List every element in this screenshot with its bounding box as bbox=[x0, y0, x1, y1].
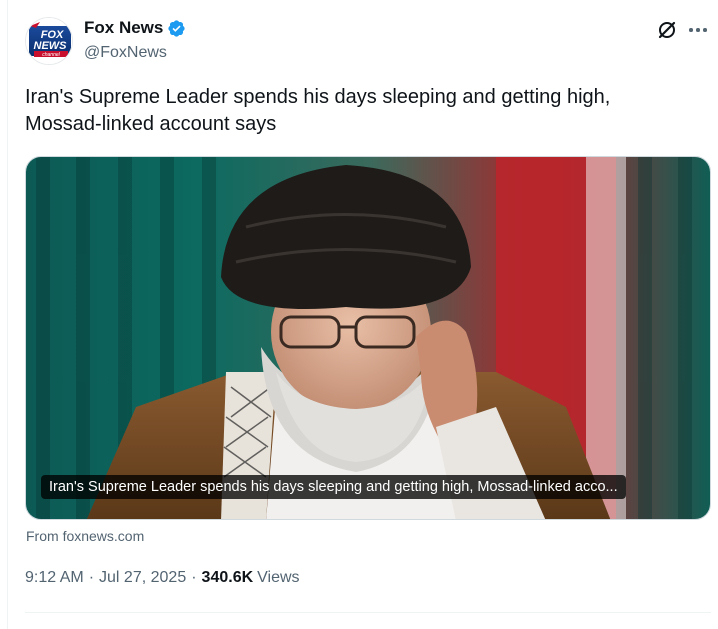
views-count: 340.6K bbox=[201, 569, 254, 586]
more-dot bbox=[696, 28, 700, 32]
logo-news-text: NEWS bbox=[34, 40, 68, 52]
avatar[interactable]: FOX NEWS channel bbox=[25, 17, 73, 65]
tweet-text: Iran's Supreme Leader spends his days sl… bbox=[25, 86, 611, 135]
meta-separator: · bbox=[191, 569, 197, 586]
tweet-meta: 9:12 AM · Jul 27, 2025 · 340.6K Views bbox=[25, 569, 300, 587]
handle[interactable]: @FoxNews bbox=[84, 44, 167, 62]
tweet-time[interactable]: 9:12 AM bbox=[25, 569, 84, 587]
more-dot bbox=[689, 28, 693, 32]
card-image bbox=[26, 157, 710, 519]
card-source-prefix: From bbox=[26, 528, 59, 544]
more-dot bbox=[703, 28, 707, 32]
views-label: Views bbox=[257, 569, 300, 586]
card-caption: Iran's Supreme Leader spends his days sl… bbox=[41, 475, 626, 499]
link-card[interactable]: Iran's Supreme Leader spends his days sl… bbox=[25, 156, 711, 520]
grok-slash-icon[interactable] bbox=[656, 19, 678, 41]
tweet-date[interactable]: Jul 27, 2025 bbox=[99, 569, 186, 587]
fox-news-logo: FOX NEWS channel bbox=[26, 18, 72, 64]
tweet: FOX NEWS channel Fox News @FoxNews Iran'… bbox=[0, 0, 718, 629]
display-name-row[interactable]: Fox News bbox=[84, 18, 186, 38]
verified-badge-icon bbox=[168, 19, 185, 37]
card-source-domain[interactable]: foxnews.com bbox=[63, 528, 145, 544]
meta-separator: · bbox=[88, 569, 95, 586]
display-name[interactable]: Fox News bbox=[84, 18, 163, 38]
card-photo bbox=[26, 157, 710, 519]
more-dots-icon[interactable] bbox=[686, 19, 710, 41]
divider bbox=[25, 612, 711, 613]
card-source[interactable]: From foxnews.com bbox=[26, 528, 144, 544]
logo-channel-text: channel bbox=[42, 52, 60, 58]
